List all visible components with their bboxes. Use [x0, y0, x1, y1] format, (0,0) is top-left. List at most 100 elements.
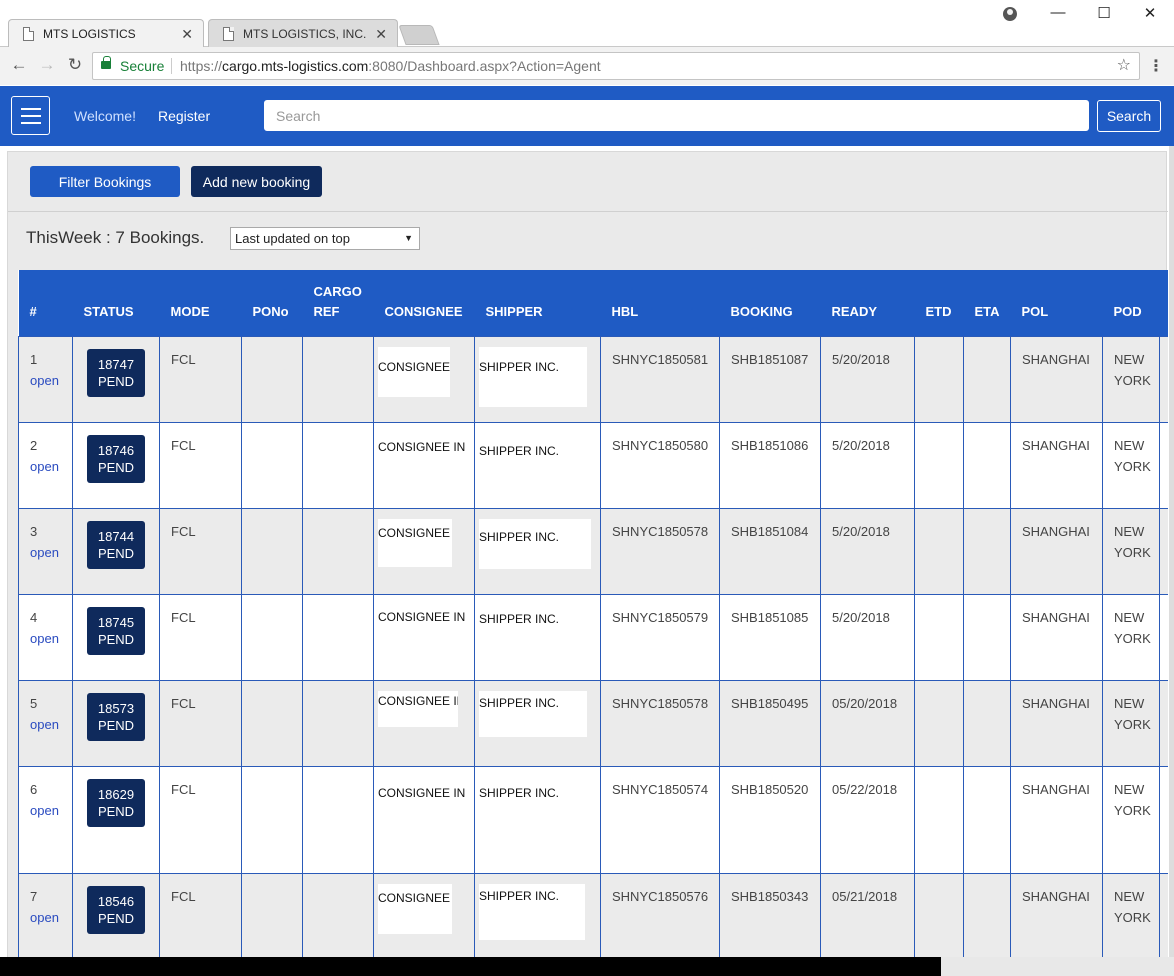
maximize-icon[interactable]: ☐ — [1090, 4, 1118, 22]
pod-cell: NEW YORK — [1102, 679, 1160, 767]
horizontal-scrollbar-track — [941, 957, 1174, 976]
address-bar[interactable]: Secure https://cargo.mts-logistics.com:8… — [92, 52, 1140, 80]
shipper-cell: SHIPPER INC. — [479, 518, 591, 569]
bookings-table-wrap: # STATUS MODE PONo CARGO REF CONSIGNEE S… — [18, 270, 1168, 970]
ready-cell: 05/20/2018 — [820, 679, 915, 767]
status-badge[interactable]: 18546 PEND — [87, 885, 145, 934]
ready-cell: 5/20/2018 — [820, 335, 915, 423]
col-header-consignee[interactable]: CONSIGNEE — [373, 270, 475, 336]
open-link[interactable]: open — [30, 910, 59, 925]
profile-icon[interactable] — [1003, 7, 1017, 21]
status-text: PEND — [97, 545, 135, 561]
extra-cell — [1159, 421, 1168, 509]
col-header-pod[interactable]: POD — [1102, 270, 1160, 336]
status-text: PEND — [97, 910, 135, 926]
etd-cell — [914, 872, 964, 960]
ready-cell: 5/20/2018 — [820, 507, 915, 595]
mode-cell: FCL — [159, 593, 242, 681]
horizontal-scrollbar[interactable] — [0, 957, 941, 976]
col-header-pol[interactable]: POL — [1010, 270, 1103, 336]
caret-down-icon: ▼ — [404, 233, 413, 243]
kebab-menu-icon[interactable]: ⋮ — [1148, 56, 1164, 76]
sort-select[interactable]: Last updated on top ▼ — [230, 227, 420, 250]
cargo-ref-cell — [302, 593, 374, 681]
pono-cell — [241, 507, 303, 595]
reload-icon[interactable]: ↻ — [64, 55, 86, 75]
col-header-cargo-ref[interactable]: CARGO REF — [302, 270, 374, 336]
close-icon[interactable]: ✕ — [181, 20, 193, 48]
eta-cell — [963, 335, 1011, 423]
col-header-eta[interactable]: ETA — [963, 270, 1011, 336]
back-arrow-icon[interactable]: ← — [8, 55, 30, 75]
ready-cell: 5/20/2018 — [820, 421, 915, 509]
shipper-cell: SHIPPER INC. — [479, 432, 579, 473]
open-link[interactable]: open — [30, 717, 59, 732]
status-text: PEND — [97, 803, 135, 819]
table-row[interactable]: 1 open 18747PEND FCL CONSIGNEE IN SHIPPER… — [18, 335, 1168, 423]
col-header-ready[interactable]: READY — [820, 270, 915, 336]
table-row[interactable]: 6 open 18629 PEND FCL CONSIGNEE IN SHIPPER… — [18, 765, 1168, 874]
booking-cell: SHB1850343 — [719, 872, 821, 960]
col-header-pono[interactable]: PONo — [241, 270, 303, 336]
welcome-link[interactable]: Welcome! — [74, 108, 136, 124]
register-link[interactable]: Register — [158, 108, 210, 124]
window-close-icon[interactable]: ✕ — [1136, 4, 1164, 22]
hamburger-menu-icon[interactable] — [11, 96, 50, 135]
mode-cell: FCL — [159, 507, 242, 595]
status-badge[interactable]: 18745 PEND — [87, 606, 145, 655]
status-badge[interactable]: 18573 PEND — [87, 692, 145, 741]
col-header-booking[interactable]: BOOKING — [719, 270, 821, 336]
search-input[interactable] — [264, 100, 1089, 131]
col-header-etd[interactable]: ETD — [914, 270, 964, 336]
open-link[interactable]: open — [30, 459, 59, 474]
tab-mts-logistics[interactable]: MTS LOGISTICS ✕ — [8, 19, 204, 47]
row-number: 3 — [30, 523, 38, 539]
open-link[interactable]: open — [30, 803, 59, 818]
col-header-hbl[interactable]: HBL — [600, 270, 720, 336]
col-header-num[interactable]: # — [18, 270, 73, 336]
pod-cell: NEW YORK — [1102, 765, 1160, 874]
open-link[interactable]: open — [30, 373, 59, 388]
shipper-cell: SHIPPER INC. — [479, 690, 587, 737]
minimize-icon[interactable]: — — [1044, 4, 1072, 21]
pod-cell: NEW YORK — [1102, 872, 1160, 960]
row-number: 6 — [30, 781, 38, 797]
hbl-cell: SHNYC1850574 — [600, 765, 720, 874]
new-tab-button[interactable] — [398, 25, 440, 45]
search-button[interactable]: Search — [1097, 100, 1161, 132]
booking-cell: SHB1850520 — [719, 765, 821, 874]
status-badge[interactable]: 18746 PEND — [87, 434, 145, 483]
action-bar: Filter Bookings Add new booking — [8, 152, 1168, 212]
open-link[interactable]: open — [30, 545, 59, 560]
add-new-booking-button[interactable]: Add new booking — [191, 166, 322, 197]
status-badge[interactable]: 18629 PEND — [87, 778, 145, 827]
table-row[interactable]: 4 open 18745 PEND FCL CONSIGNEE IN SHIPPER… — [18, 593, 1168, 681]
pol-cell: SHANGHAI — [1010, 593, 1103, 681]
cargo-ref-cell — [302, 335, 374, 423]
close-icon[interactable]: ✕ — [375, 20, 387, 48]
filter-bookings-button[interactable]: Filter Bookings — [30, 166, 180, 197]
table-row[interactable]: 3 open 18744PEND FCL CONSIGNEE IN SHIPPER… — [18, 507, 1168, 595]
open-link[interactable]: open — [30, 631, 59, 646]
url-scheme: https:// — [180, 58, 223, 74]
status-badge[interactable]: 18747 PEND — [87, 348, 145, 397]
status-badge[interactable]: 18744 PEND — [87, 520, 145, 569]
extra-cell — [1159, 335, 1168, 423]
col-header-status[interactable]: STATUS — [72, 270, 160, 336]
pol-cell: SHANGHAI — [1010, 507, 1103, 595]
col-header-shipper[interactable]: SHIPPER — [474, 270, 601, 336]
forward-arrow-icon[interactable]: → — [36, 55, 58, 75]
table-row[interactable]: 2 open 18746 PEND FCL CONSIGNEE IN SHIPPER… — [18, 421, 1168, 509]
vertical-scrollbar[interactable] — [1169, 146, 1174, 957]
table-row[interactable]: 7 open 18546PEND FCL CONSIGNEE IN SHIPPER… — [18, 872, 1168, 960]
consignee-cell: CONSIGNEE IN — [378, 690, 458, 727]
hbl-cell: SHNYC1850578 — [600, 679, 720, 767]
pod-cell: NEW YORK — [1102, 335, 1160, 423]
col-header-mode[interactable]: MODE — [159, 270, 242, 336]
table-row[interactable]: 5 open 18573 PEND FCL CONSIGNEE IN SHIPPER… — [18, 679, 1168, 767]
pono-cell — [241, 765, 303, 874]
booking-cell: SHB1851084 — [719, 507, 821, 595]
bookmark-star-icon[interactable]: ☆ — [1117, 53, 1131, 79]
tab-mts-logistics-inc[interactable]: MTS LOGISTICS, INC. ✕ — [208, 19, 398, 47]
etd-cell — [914, 593, 964, 681]
